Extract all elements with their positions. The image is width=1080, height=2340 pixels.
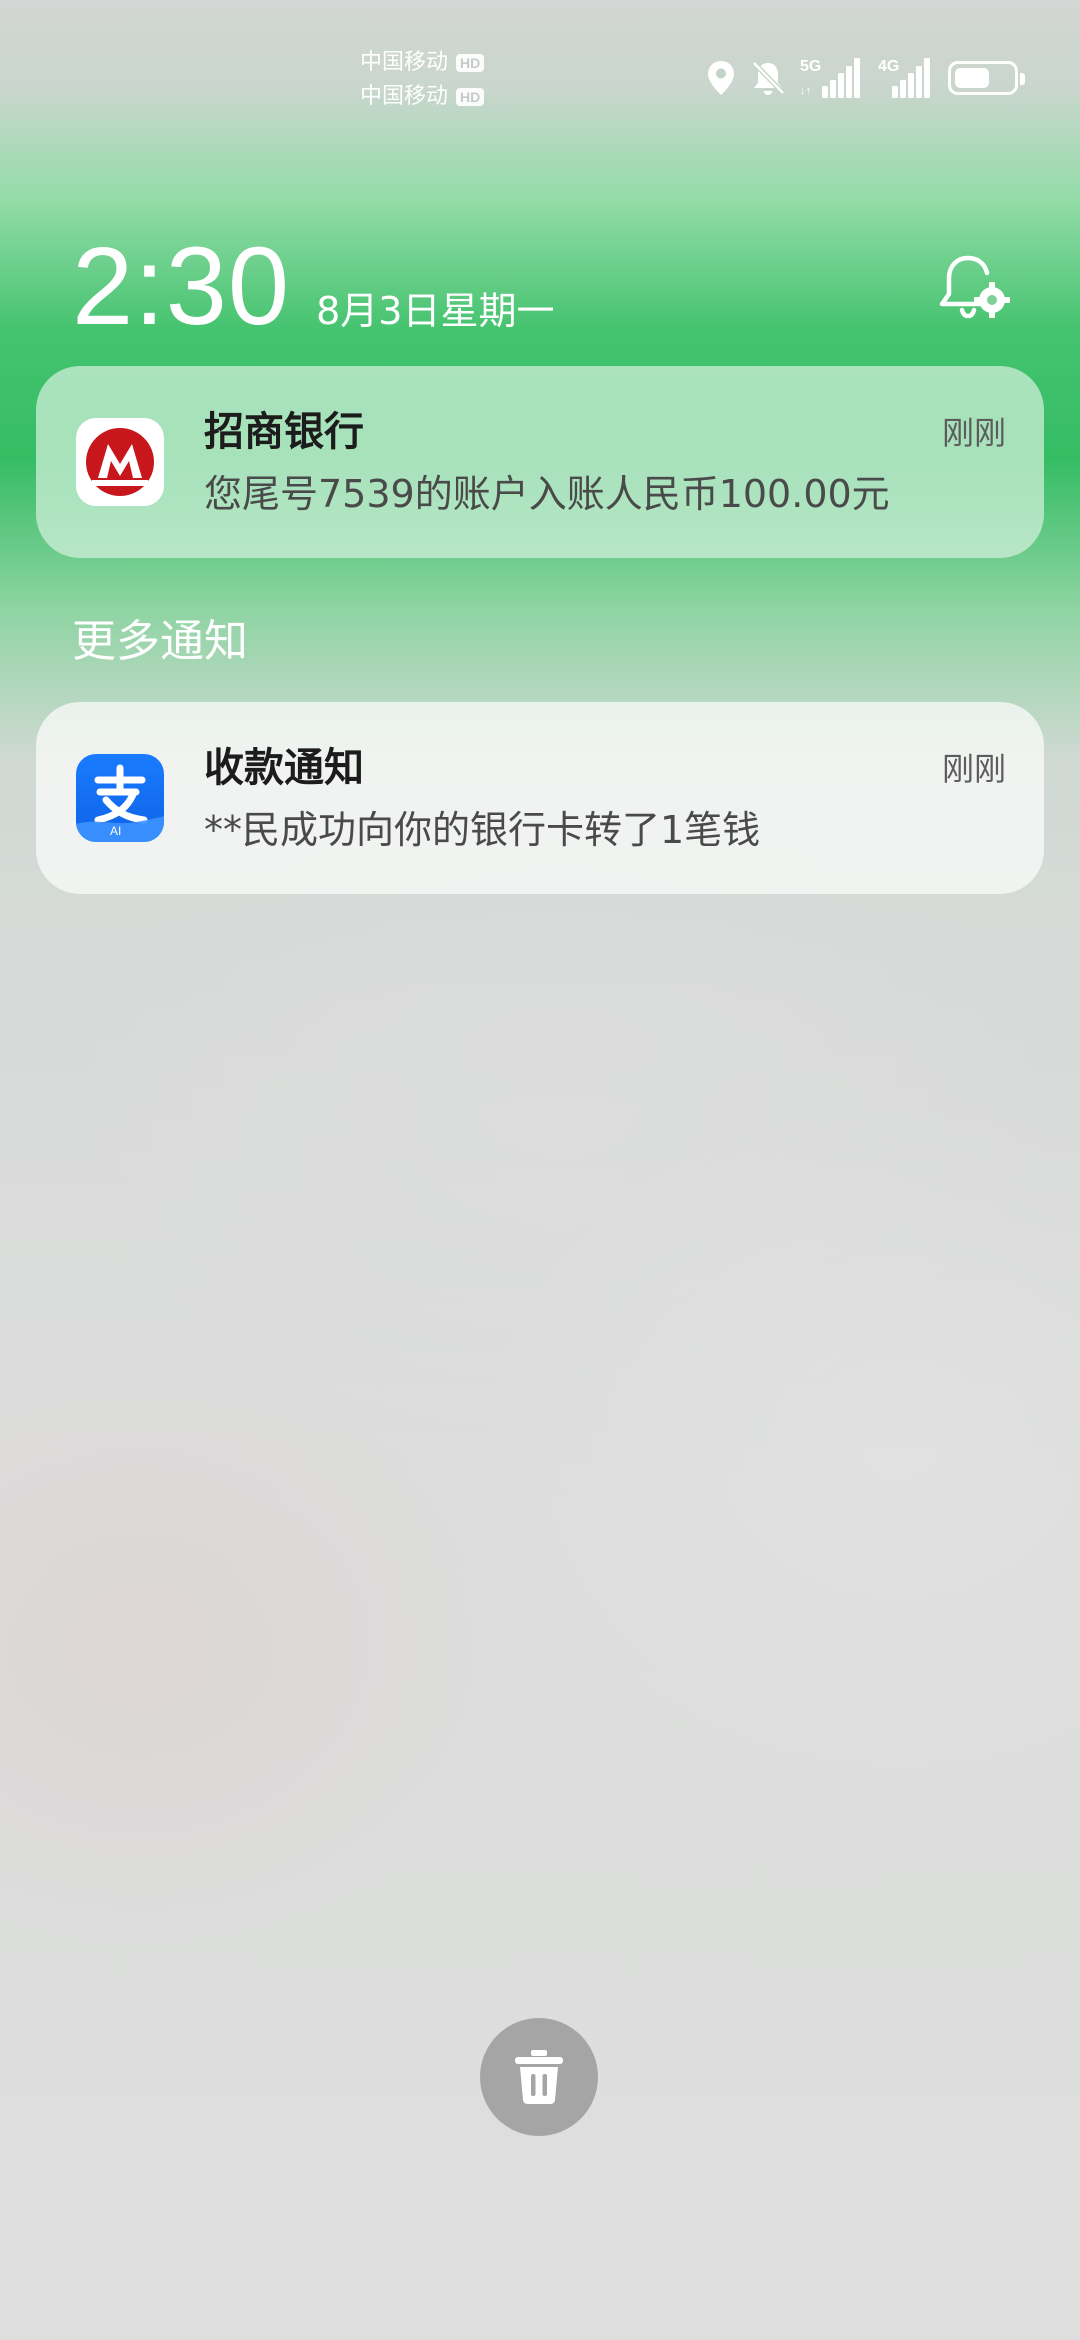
lockscreen-clock: 2:30 8月3日星期一 [72,232,554,342]
battery-cap [1020,73,1025,85]
carrier-list: 中国移动 HD 中国移动 HD [360,46,485,114]
battery-icon [948,61,1025,95]
carrier-name: 中国移动 [360,50,449,75]
signal-4g-label: 4G [878,58,900,75]
carrier-name: 中国移动 [360,84,449,109]
clock-date: 8月3日星期一 [316,289,555,333]
hd-badge: HD [456,54,485,72]
notification-settings-icon[interactable] [934,250,1014,330]
signal-5g-icon: 5G ↓↑ [800,56,864,100]
hd-badge: HD [456,88,485,106]
clear-notifications-button[interactable] [480,2018,598,2136]
alipay-ai-badge: AI [110,824,122,838]
status-bar: 中国移动 HD 中国移动 HD 5G ↓↑ 4G [0,0,1080,140]
notification-card-alipay[interactable]: AI 收款通知 刚刚 **民成功向你的银行卡转了1笔钱 [36,702,1044,894]
more-notifications-label: 更多通知 [72,616,248,667]
clock-time: 2:30 [72,225,291,348]
notification-time: 刚刚 [941,750,1006,788]
battery-fill [955,68,989,88]
carrier-row: 中国移动 HD [360,46,485,80]
notification-message: 您尾号7539的账户入账人民币100.00元 [204,472,890,516]
notification-app-name: 招商银行 [204,409,364,455]
notification-time: 刚刚 [941,414,1006,452]
location-icon [708,61,734,95]
notification-app-name: 收款通知 [204,745,364,791]
trash-icon [515,2050,563,2104]
signal-5g-label: 5G [800,58,822,75]
notification-card-cmb[interactable]: 招商银行 刚刚 您尾号7539的账户入账人民币100.00元 [36,366,1044,558]
bell-muted-icon [752,61,785,95]
notification-message: **民成功向你的银行卡转了1笔钱 [204,808,761,852]
background-haze [0,0,1080,2340]
carrier-row: 中国移动 HD [360,80,485,114]
svg-text:↓↑: ↓↑ [800,85,811,97]
alipay-logo-icon: AI [76,754,164,842]
cmb-bank-logo-icon [76,418,164,506]
signal-4g-icon: 4G [878,56,934,100]
status-icons: 5G ↓↑ 4G [706,56,1025,100]
